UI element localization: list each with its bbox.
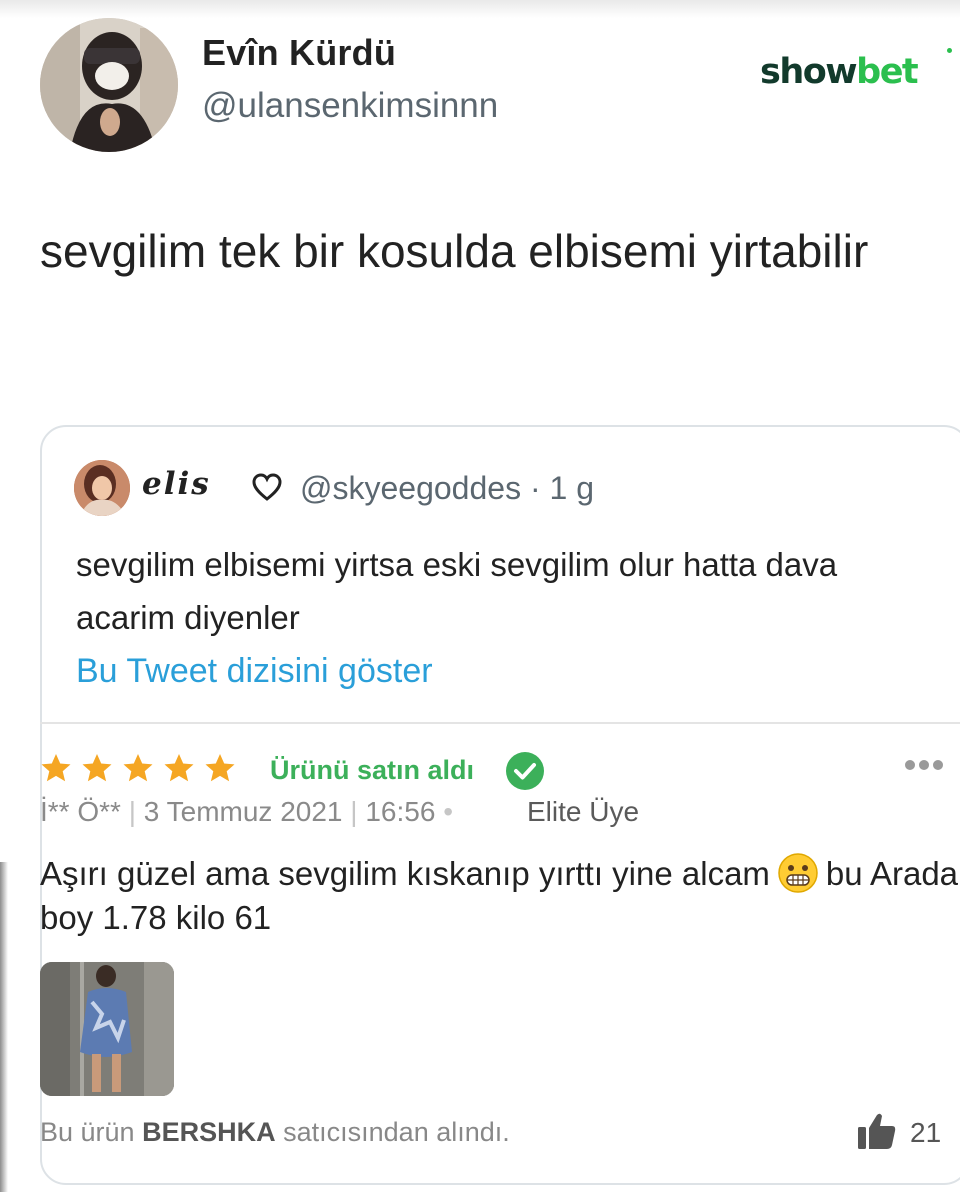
- star-icon: [123, 754, 153, 782]
- brand-logo-bet: bet: [856, 52, 919, 92]
- thumbs-up-icon[interactable]: [856, 1110, 898, 1152]
- star-icon: [205, 754, 235, 782]
- author-avatar[interactable]: [40, 18, 178, 152]
- author-avatar-image: [40, 18, 178, 152]
- review-date: 3 Temmuz 2021: [143, 796, 343, 827]
- review-text: Aşırı güzel ama sevgilim kıskanıp yırttı…: [40, 852, 960, 940]
- check-circle-icon: [506, 752, 544, 790]
- left-edge-shadow: [0, 862, 8, 1192]
- rating-stars: [40, 752, 236, 784]
- author-name[interactable]: Evîn Kürdü: [202, 32, 396, 74]
- member-level-badge: Elite Üye: [527, 796, 640, 827]
- seller-info: Bu ürün BERSHKA satıcısından alındı.: [40, 1117, 510, 1148]
- showbet-logo: showbet: [760, 52, 919, 92]
- review-divider: [40, 722, 960, 724]
- like-count: 21: [910, 1117, 942, 1148]
- grimacing-face-icon: [778, 853, 818, 893]
- show-thread-link[interactable]: Bu Tweet dizisini göster: [76, 652, 433, 691]
- review-photo-thumbnail[interactable]: [40, 962, 174, 1096]
- tweet-text: sevgilim tek bir kosulda elbisemi yirtab…: [40, 225, 869, 277]
- quoted-tweet-text: sevgilim elbisemi yirtsa eski sevgilim o…: [76, 546, 838, 636]
- review-time: 16:56: [365, 796, 436, 827]
- star-icon: [82, 754, 112, 782]
- quoted-author-name[interactable]: 𝒆𝒍𝒊𝒔: [142, 466, 211, 502]
- seller-prefix: Bu ürün: [40, 1117, 135, 1147]
- brand-logo-show: show: [760, 52, 858, 92]
- review-text-part1: Aşırı güzel ama sevgilim kıskanıp yırttı…: [40, 855, 770, 892]
- more-options-icon[interactable]: [905, 760, 943, 770]
- brand-logo-dot: [947, 48, 952, 53]
- quoted-handle-time[interactable]: @skyeegoddes · 1 g: [300, 470, 594, 507]
- review-user: İ** Ö**: [40, 796, 121, 827]
- star-icon: [164, 754, 194, 782]
- quoted-avatar-image: [74, 460, 130, 516]
- heart-outline-icon: [252, 473, 282, 501]
- star-icon: [41, 754, 71, 782]
- top-edge-fade: [0, 0, 960, 18]
- quoted-author-avatar[interactable]: [74, 460, 130, 516]
- author-handle[interactable]: @ulansenkimsinnn: [202, 86, 498, 126]
- seller-name[interactable]: BERSHKA: [142, 1117, 276, 1147]
- seller-suffix: satıcısından alındı.: [283, 1117, 510, 1147]
- review-meta: İ** Ö** | 3 Temmuz 2021 | 16:56 •: [40, 796, 461, 827]
- verified-purchase-label: Ürünü satın aldı: [270, 755, 475, 785]
- review-photo-image: [40, 962, 174, 1096]
